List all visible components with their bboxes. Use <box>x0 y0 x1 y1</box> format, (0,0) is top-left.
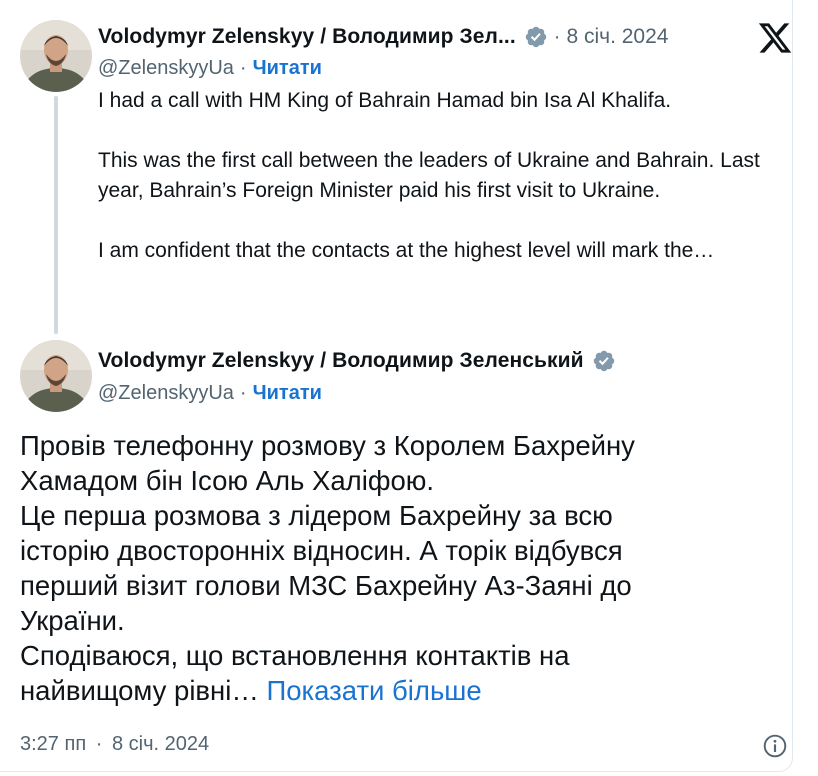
tweet-line: історію двосторонніх відносин. А торік в… <box>20 535 623 566</box>
author-name[interactable]: Volodymyr Zelenskyy / Володимир Зел... <box>98 25 516 49</box>
tweet-line: Хамадом бін Ісою Аль Халіфою. <box>20 465 435 496</box>
author-handle[interactable]: @ZelenskyyUa <box>98 382 234 405</box>
tweet-line: Це перша розмова з лідером Бахрейну за в… <box>20 500 613 531</box>
embedded-tweet-card: Volodymyr Zelenskyy / Володимир Зел... ·… <box>0 0 793 772</box>
verified-badge-icon <box>524 25 548 49</box>
tweet-line: перший візит голови МЗС Бахрейну Аз-Заян… <box>20 570 632 601</box>
tweet-line: найвищому рівні… <box>20 675 259 706</box>
tweet-line: Провів телефонну розмову з Королем Бахре… <box>20 430 635 461</box>
author-handle[interactable]: @ZelenskyyUa <box>98 57 234 80</box>
separator-dot: · <box>95 733 103 755</box>
tweet-last-line: найвищому рівні… Показати більше <box>20 673 780 708</box>
verified-badge-icon <box>592 349 616 373</box>
thread-connector-line <box>54 96 58 334</box>
tweet-paragraph: I had a call with HM King of Bahrain Ham… <box>98 89 672 112</box>
follow-link[interactable]: Читати <box>253 57 322 80</box>
tweet-date[interactable]: 8 січ. 2024 <box>566 25 668 49</box>
reply-tweet-subheader: @ZelenskyyUa · Читати <box>98 54 322 82</box>
tweet-time: 3:27 пп <box>20 733 87 755</box>
tweet-line: Сподіваюся, що встановлення контактів на <box>20 640 570 671</box>
separator-dot: · <box>553 25 561 48</box>
info-icon[interactable] <box>762 733 788 759</box>
show-more-link[interactable]: Показати більше <box>266 675 481 706</box>
avatar[interactable] <box>20 340 92 412</box>
follow-link[interactable]: Читати <box>253 382 322 405</box>
separator-dot: · <box>239 381 247 404</box>
tweet-paragraph: I am confident that the contacts at the … <box>98 239 715 262</box>
tweet-line: України. <box>20 605 125 636</box>
main-tweet-text: Провів телефонну розмову з Королем Бахре… <box>20 428 780 708</box>
reply-tweet-text: I had a call with HM King of Bahrain Ham… <box>98 86 778 266</box>
main-tweet-subheader: @ZelenskyyUa · Читати <box>98 379 322 407</box>
tweet-date: 8 січ. 2024 <box>111 733 210 755</box>
author-name[interactable]: Volodymyr Zelenskyy / Володимир Зеленськ… <box>98 349 584 373</box>
x-logo-icon[interactable] <box>757 20 793 56</box>
tweet-timestamp[interactable]: 3:27 пп · 8 січ. 2024 <box>20 733 209 756</box>
tweet-paragraph: This was the first call between the lead… <box>98 149 760 202</box>
avatar[interactable] <box>20 20 92 92</box>
separator-dot: · <box>239 56 247 79</box>
main-tweet-header: Volodymyr Zelenskyy / Володимир Зеленськ… <box>98 346 616 376</box>
reply-tweet-header: Volodymyr Zelenskyy / Володимир Зел... ·… <box>98 22 668 52</box>
